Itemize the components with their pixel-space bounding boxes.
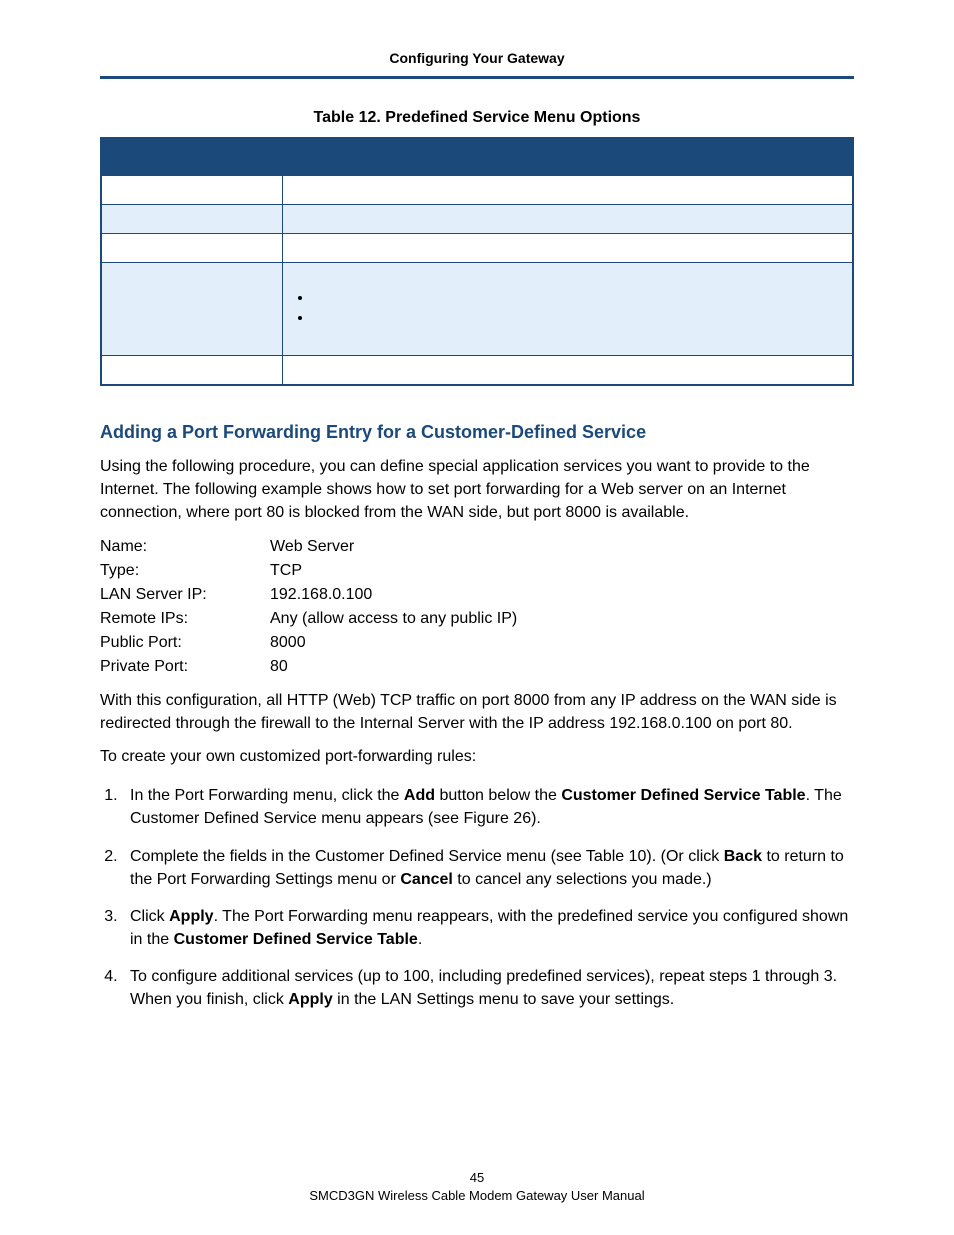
step-item: In the Port Forwarding menu, click the A… <box>122 784 854 830</box>
kv-key: Private Port: <box>100 655 270 679</box>
page-container: Configuring Your Gateway Table 12. Prede… <box>0 0 954 1235</box>
section-heading: Adding a Port Forwarding Entry for a Cus… <box>100 422 854 443</box>
step-item: Complete the fields in the Customer Defi… <box>122 845 854 891</box>
page-header: Configuring Your Gateway <box>100 50 854 79</box>
page-number: 45 <box>0 1169 954 1187</box>
step-item: Click Apply. The Port Forwarding menu re… <box>122 905 854 951</box>
kv-key: Public Port: <box>100 631 270 655</box>
step-item: To configure additional services (up to … <box>122 965 854 1011</box>
kv-value: 8000 <box>270 631 306 655</box>
example-config-list: Name:Web Server Type:TCP LAN Server IP:1… <box>100 535 854 679</box>
list-item <box>313 289 842 309</box>
kv-value: TCP <box>270 559 302 583</box>
table-row <box>101 176 853 205</box>
paragraph: To create your own customized port-forwa… <box>100 745 854 768</box>
steps-list: In the Port Forwarding menu, click the A… <box>100 784 854 1012</box>
table-row <box>101 356 853 386</box>
kv-value: 192.168.0.100 <box>270 583 372 607</box>
page-footer: 45 SMCD3GN Wireless Cable Modem Gateway … <box>0 1169 954 1205</box>
kv-value: 80 <box>270 655 288 679</box>
footer-text: SMCD3GN Wireless Cable Modem Gateway Use… <box>0 1187 954 1205</box>
list-item <box>313 309 842 329</box>
kv-key: LAN Server IP: <box>100 583 270 607</box>
predefined-service-table <box>100 137 854 386</box>
table-row <box>101 234 853 263</box>
table-header-desc <box>283 138 854 176</box>
kv-value: Any (allow access to any public IP) <box>270 607 517 631</box>
paragraph: Using the following procedure, you can d… <box>100 455 854 525</box>
table-header-option <box>101 138 283 176</box>
kv-value: Web Server <box>270 535 354 559</box>
kv-key: Name: <box>100 535 270 559</box>
kv-key: Remote IPs: <box>100 607 270 631</box>
kv-key: Type: <box>100 559 270 583</box>
paragraph: With this configuration, all HTTP (Web) … <box>100 689 854 735</box>
bullet-list <box>313 289 842 329</box>
table-row <box>101 263 853 356</box>
table-row <box>101 205 853 234</box>
table-caption: Table 12. Predefined Service Menu Option… <box>100 109 854 127</box>
